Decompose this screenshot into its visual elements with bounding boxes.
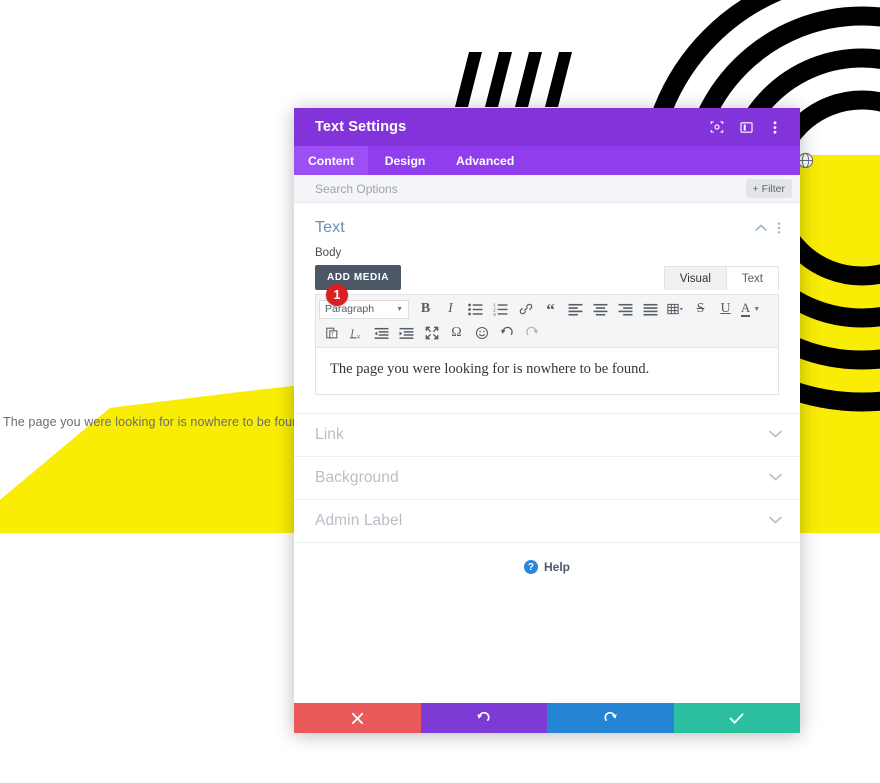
editor-mode-tabs: Visual Text	[663, 265, 779, 290]
undo-icon[interactable]	[494, 322, 519, 344]
tab-visual-editor[interactable]: Visual	[663, 266, 727, 290]
save-button[interactable]	[673, 703, 800, 733]
chevron-down-icon	[769, 472, 782, 484]
underline-icon[interactable]: U	[713, 298, 738, 320]
align-justify-icon[interactable]	[638, 298, 663, 320]
toolbar-row-2: T Ix Ω	[319, 321, 775, 345]
search-input[interactable]	[315, 181, 746, 196]
undo-button[interactable]	[420, 703, 547, 733]
text-section: Text Body ADD MEDIA Visual Text 1 Paragr…	[294, 203, 800, 413]
tab-design[interactable]: Design	[368, 146, 442, 175]
paste-as-text-icon[interactable]: T	[319, 322, 344, 344]
tab-advanced[interactable]: Advanced	[442, 146, 528, 175]
redo-icon[interactable]	[519, 322, 544, 344]
numbered-list-icon[interactable]: 123	[488, 298, 513, 320]
filter-label: Filter	[761, 182, 785, 195]
diagonal-stripes-decoration	[455, 52, 585, 114]
modal-tabs: Content Design Advanced	[294, 146, 800, 175]
step-badge: 1	[326, 284, 348, 306]
outdent-icon[interactable]	[369, 322, 394, 344]
body-field-label: Body	[315, 247, 342, 259]
chevron-down-icon: ▼	[396, 305, 403, 313]
chevron-down-icon	[769, 515, 782, 527]
modal-footer	[294, 703, 800, 733]
chevron-up-icon[interactable]	[752, 219, 770, 237]
indent-icon[interactable]	[394, 322, 419, 344]
tab-content[interactable]: Content	[294, 146, 369, 175]
help-link[interactable]: ? Help	[294, 542, 800, 591]
accordion-link-label: Link	[315, 426, 344, 443]
modal-header: Text Settings	[294, 108, 800, 146]
fullscreen-icon[interactable]	[419, 322, 444, 344]
cancel-button[interactable]	[294, 703, 421, 733]
add-media-button[interactable]: ADD MEDIA	[315, 265, 402, 290]
blockquote-icon[interactable]: “	[538, 298, 563, 320]
filter-button[interactable]: + Filter	[745, 179, 792, 198]
focus-target-icon[interactable]	[704, 114, 730, 140]
editor-container: 1 Paragraph ▼ B I 1 2 3 “ S U A ▼ T I x …	[315, 284, 779, 395]
text-color-icon[interactable]: A ▼	[738, 298, 763, 320]
tab-text-editor[interactable]: Text	[726, 266, 779, 290]
link-icon[interactable]	[513, 298, 538, 320]
accordion-admin-label-label: Admin Label	[315, 512, 403, 529]
editor-top-row: ADD MEDIA Visual Text	[315, 265, 779, 290]
text-section-header: Text	[294, 203, 800, 247]
plus-icon: +	[752, 182, 759, 195]
screen: The page you were looking for is nowhere…	[0, 0, 880, 783]
close-icon	[351, 712, 363, 724]
text-settings-modal: Text Settings Content Design Advanced Se…	[294, 108, 800, 733]
accordion-background-label: Background	[315, 469, 399, 486]
modal-body: Text Body ADD MEDIA Visual Text 1 Paragr…	[294, 203, 800, 703]
accordion-background[interactable]: Background	[294, 456, 800, 499]
modal-header-actions	[704, 114, 788, 140]
italic-icon[interactable]: I	[438, 298, 463, 320]
special-character-icon[interactable]: Ω	[444, 322, 469, 344]
svg-text:3: 3	[493, 312, 496, 316]
bulleted-list-icon[interactable]	[463, 298, 488, 320]
search-options-row: + Filter	[294, 175, 800, 203]
section-more-options-icon[interactable]	[770, 219, 788, 237]
body-field: Body ADD MEDIA Visual Text 1 Paragraph ▼…	[294, 247, 800, 395]
strikethrough-icon[interactable]: S	[688, 298, 713, 320]
accordion-link[interactable]: Link	[294, 413, 800, 456]
svg-text:x: x	[357, 333, 360, 340]
chevron-down-icon	[769, 429, 782, 441]
layout-panel-icon[interactable]	[733, 114, 759, 140]
emoji-icon[interactable]	[469, 322, 494, 344]
help-icon: ?	[523, 560, 538, 574]
help-label: Help	[543, 560, 570, 574]
check-icon	[729, 712, 744, 724]
modal-title: Text Settings	[315, 119, 407, 135]
editor-content[interactable]: The page you were looking for is nowhere…	[316, 348, 778, 394]
toolbar-row-1: Paragraph ▼ B I 123 “ S U A ▼	[319, 297, 775, 321]
bold-icon[interactable]: B	[413, 298, 438, 320]
accordion-admin-label[interactable]: Admin Label	[294, 499, 800, 542]
align-right-icon[interactable]	[613, 298, 638, 320]
align-center-icon[interactable]	[588, 298, 613, 320]
wp-editor: Paragraph ▼ B I 123 “ S U A ▼ T I x Ω Th…	[315, 294, 779, 395]
clear-formatting-icon[interactable]: Ix	[344, 322, 369, 344]
undo-icon	[477, 711, 490, 721]
text-section-title: Text	[315, 219, 345, 236]
table-icon[interactable]	[663, 298, 688, 320]
chevron-down-icon: ▼	[753, 305, 761, 313]
editor-toolbar: Paragraph ▼ B I 123 “ S U A ▼ T I x Ω	[316, 295, 778, 348]
redo-button[interactable]	[547, 703, 674, 733]
redo-icon	[604, 711, 617, 721]
more-options-icon[interactable]	[762, 114, 788, 140]
align-left-icon[interactable]	[563, 298, 588, 320]
page-body-text: The page you were looking for is nowhere…	[3, 415, 310, 429]
